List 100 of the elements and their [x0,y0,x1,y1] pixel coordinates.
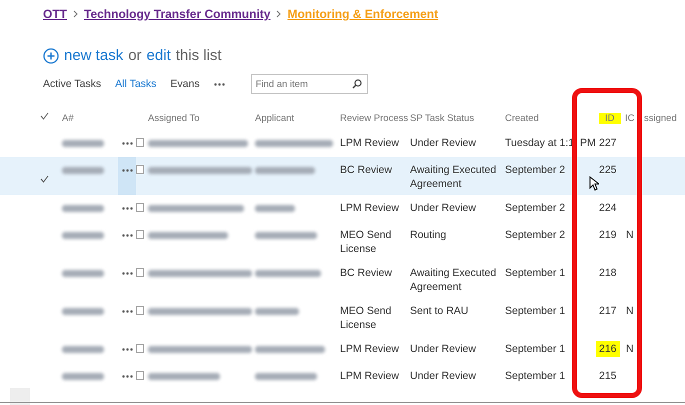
chevron-icon [73,10,78,18]
more-icon[interactable] [122,272,132,275]
view-tab[interactable]: All Tasks [115,78,156,90]
column-header[interactable]: IC [625,113,634,124]
table-row[interactable]: LPM Review Under Review September 1 216 N [0,336,685,363]
checkbox[interactable] [136,230,144,239]
table-cell-text: Under Review [410,342,477,356]
table-cell: 225 [599,164,617,176]
table-row[interactable]: LPM Review Under Review Tuesday at 1:1 PM 227 [0,130,685,157]
blurred-text [62,270,104,277]
blurred-text [148,373,220,380]
row-check-icon[interactable] [40,175,49,183]
table-cell-text: September 2 [505,163,566,177]
table-cell-text: Sent to RAU [410,304,470,318]
table-cell-text: Routing [410,228,448,242]
select-all-icon[interactable] [40,112,49,120]
table-cell-text: Under Review [410,136,477,150]
checkbox[interactable] [136,306,144,315]
column-header[interactable]: Created [505,113,539,124]
checkbox[interactable] [136,203,144,212]
more-icon[interactable] [122,375,132,378]
table-cell-text: September 2 [505,228,566,242]
table-row[interactable]: MEO Send License Routing September 2 219 N [0,222,685,260]
table-cell-text: LPM Review [340,342,400,356]
checkbox[interactable] [136,138,144,147]
table-cell-text: LPM Review [340,201,400,215]
table-cell-text: MEO Send License [340,304,392,332]
table-cell-text: September 2 [505,201,566,215]
breadcrumb-link[interactable]: Technology Transfer Community [84,7,270,21]
table-cell-text: LPM Review [340,369,400,383]
table-cell: 216 [596,341,620,357]
column-header[interactable]: SP Task Status [410,113,474,124]
table-cell-text: BC Review [340,266,393,280]
blurred-text [255,205,295,212]
table-cell-text: BC Review [340,163,393,177]
blurred-text [255,346,325,353]
blurred-text [62,205,104,212]
search-field[interactable]: Find an item [250,74,368,94]
table-cell: 217 [599,305,617,317]
column-header[interactable]: Assigned To [148,113,200,124]
table-cell-text: Awaiting Executed Agreement [410,266,498,294]
checkbox[interactable] [136,165,144,174]
table-cell: N [626,343,634,355]
table-cell-text: Tuesday at 1:1 [505,136,576,150]
table-cell-text: Awaiting Executed Agreement [410,163,498,191]
table-cell: N [626,305,634,317]
more-icon[interactable] [122,348,132,351]
blurred-text [62,167,104,174]
list-text: this list [176,47,222,64]
table-row[interactable]: LPM Review Under Review September 1 215 [0,363,685,390]
column-header[interactable]: Applicant [255,113,294,124]
column-header[interactable]: ID [599,113,620,124]
blurred-text [255,373,317,380]
view-tab[interactable]: Evans [170,78,200,90]
blurred-text [62,373,104,380]
table-cell-text: LPM Review [340,136,400,150]
more-icon[interactable] [122,142,132,145]
cursor-icon [589,176,599,191]
column-header[interactable]: A# [62,113,74,124]
checkbox[interactable] [136,371,144,380]
table-cell: N [626,229,634,241]
more-icon[interactable] [122,207,132,210]
table-cell-text: MEO Send License [340,228,392,256]
blurred-text [62,308,104,315]
more-icon[interactable] [214,82,225,86]
table-row[interactable]: BC Review Awaiting Executed Agreement September 1 218 [0,260,685,298]
table-cell-text: Under Review [410,369,477,383]
scrollbar-corner [10,388,30,405]
edit-link[interactable]: edit [146,47,171,64]
table-cell: 227 [599,137,617,149]
add-icon[interactable] [43,48,59,64]
checkbox[interactable] [136,344,144,353]
blurred-text [255,232,317,239]
blurred-text [62,346,104,353]
more-icon[interactable] [122,310,132,313]
blurred-text [255,270,321,277]
or-text: or [128,47,142,64]
blurred-text [255,308,299,315]
table-cell: PM [580,137,596,149]
table-cell-text: September 1 [505,342,566,356]
view-tab[interactable]: Active Tasks [43,78,102,90]
table-cell-text: September 1 [505,304,566,318]
breadcrumb-link[interactable]: OTT [43,7,67,21]
table-cell: 218 [599,267,617,279]
table-row[interactable]: LPM Review Under Review September 2 224 [0,195,685,222]
new-task-link[interactable]: new task [64,47,124,64]
table-row[interactable]: MEO Send License Sent to RAU September 1 217 N [0,298,685,336]
checkbox[interactable] [136,268,144,277]
blurred-text [255,167,315,174]
column-header[interactable]: ssigned [644,113,677,124]
blurred-text [62,232,104,239]
table-cell-text: September 1 [505,369,566,383]
search-icon[interactable] [352,79,362,89]
table-cell: 219 [599,229,617,241]
table-cell: 215 [599,370,617,382]
column-header[interactable]: Review Process [340,113,408,124]
more-icon[interactable] [122,234,132,237]
more-icon[interactable] [122,169,132,172]
table-row[interactable]: BC Review Awaiting Executed Agreement September 2 225 [0,157,685,195]
table-cell-text: Under Review [410,201,477,215]
